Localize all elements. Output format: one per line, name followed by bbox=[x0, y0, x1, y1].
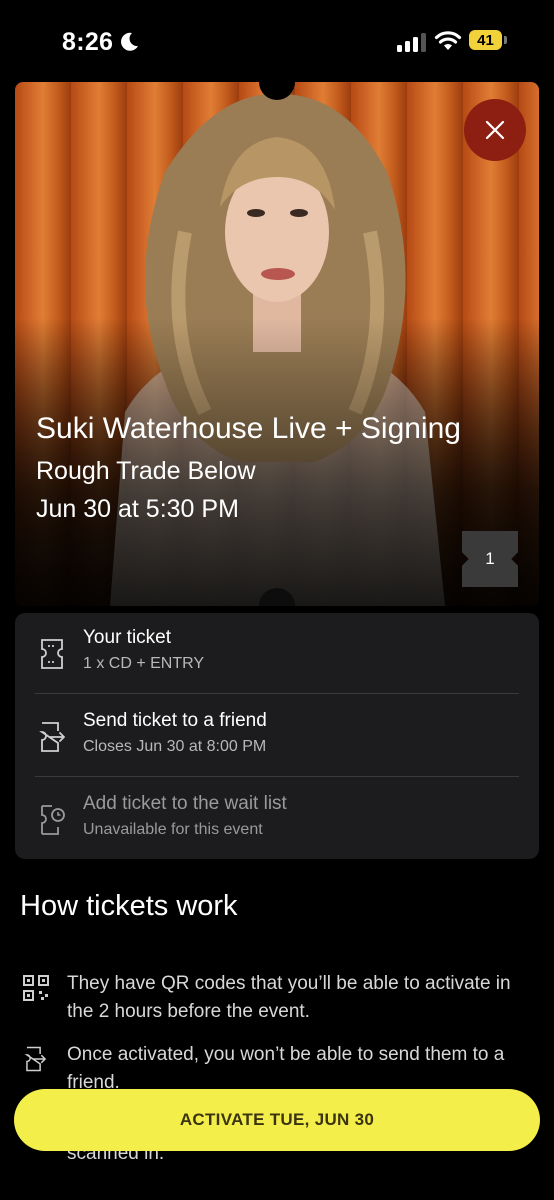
your-ticket-title: Your ticket bbox=[83, 627, 172, 648]
event-venue: Rough Trade Below bbox=[36, 457, 256, 485]
how-tickets-work-heading: How tickets work bbox=[20, 890, 238, 922]
activate-button[interactable]: ACTIVATE TUE, JUN 30 bbox=[14, 1089, 540, 1151]
event-title: Suki Waterhouse Live + Signing bbox=[36, 412, 461, 445]
event-datetime: Jun 30 at 5:30 PM bbox=[36, 495, 239, 523]
wait-list-row: Add ticket to the wait list Unavailable … bbox=[15, 779, 539, 861]
send-ticket-row[interactable]: Send ticket to a friend Closes Jun 30 at… bbox=[15, 696, 539, 778]
battery-level: 41 bbox=[469, 30, 502, 50]
divider bbox=[35, 693, 519, 694]
how-item-qr-text: They have QR codes that you’ll be able t… bbox=[67, 973, 511, 1022]
qr-code-icon bbox=[23, 975, 49, 1001]
wait-list-subtitle: Unavailable for this event bbox=[83, 821, 263, 838]
status-time: 8:26 bbox=[62, 28, 114, 56]
event-artist-photo bbox=[15, 82, 539, 606]
cellular-signal-icon bbox=[397, 33, 426, 52]
ticket-count-badge: 1 bbox=[462, 531, 518, 587]
send-ticket-icon bbox=[24, 1046, 47, 1072]
close-button[interactable] bbox=[464, 99, 526, 161]
battery-indicator: 41 bbox=[469, 30, 509, 52]
send-ticket-icon bbox=[39, 722, 65, 752]
wait-list-title: Add ticket to the wait list bbox=[83, 793, 287, 814]
divider bbox=[35, 776, 519, 777]
event-hero-card: Suki Waterhouse Live + Signing Rough Tra… bbox=[15, 82, 539, 606]
your-ticket-row[interactable]: Your ticket 1 x CD + ENTRY bbox=[15, 613, 539, 695]
send-ticket-title: Send ticket to a friend bbox=[83, 710, 267, 731]
send-ticket-subtitle: Closes Jun 30 at 8:00 PM bbox=[83, 738, 267, 755]
close-icon bbox=[485, 120, 505, 140]
battery-cap bbox=[504, 36, 507, 44]
moon-icon bbox=[121, 32, 138, 51]
waitlist-ticket-icon bbox=[41, 805, 65, 835]
your-ticket-subtitle: 1 x CD + ENTRY bbox=[83, 655, 205, 672]
wifi-icon bbox=[434, 31, 462, 50]
ticket-icon bbox=[41, 639, 63, 669]
status-bar: 8:26 41 bbox=[0, 0, 554, 80]
ticket-options-card: Your ticket 1 x CD + ENTRY Send ticket t… bbox=[15, 613, 539, 859]
